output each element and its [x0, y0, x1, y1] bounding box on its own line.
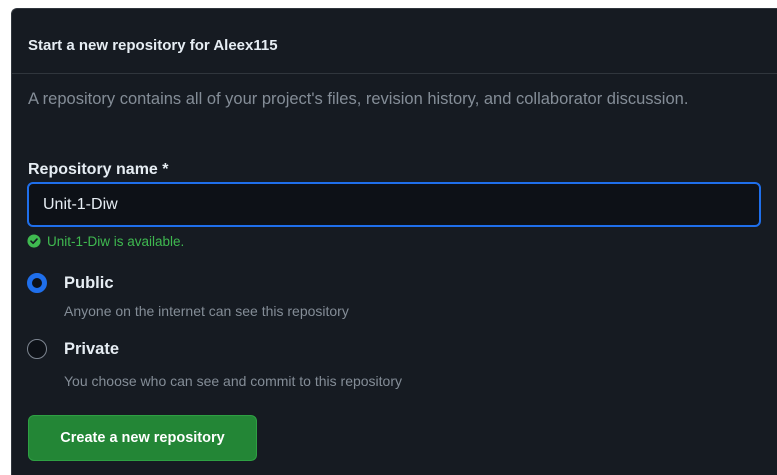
card-description: A repository contains all of your projec… — [28, 90, 689, 108]
create-repository-button[interactable]: Create a new repository — [28, 415, 257, 461]
new-repository-card: Start a new repository for Aleex115 A re… — [11, 8, 777, 475]
availability-message: Unit-1-Diw is available. — [27, 233, 184, 249]
visibility-option-public[interactable]: Public — [27, 271, 527, 295]
public-label: Public — [64, 273, 114, 292]
card-header: Start a new repository for Aleex115 — [12, 9, 777, 74]
public-description: Anyone on the internet can see this repo… — [64, 303, 349, 319]
repository-name-input[interactable] — [27, 182, 761, 227]
check-circle-icon — [27, 234, 41, 248]
private-radio[interactable] — [27, 339, 47, 359]
repository-name-label: Repository name * — [28, 161, 169, 178]
card-title: Start a new repository for Aleex115 — [28, 37, 278, 54]
private-label: Private — [64, 339, 120, 358]
public-radio[interactable] — [27, 273, 47, 293]
private-description: You choose who can see and commit to thi… — [64, 373, 403, 389]
visibility-option-private[interactable]: Private — [27, 337, 527, 361]
availability-text: Unit-1-Diw is available. — [47, 233, 185, 249]
